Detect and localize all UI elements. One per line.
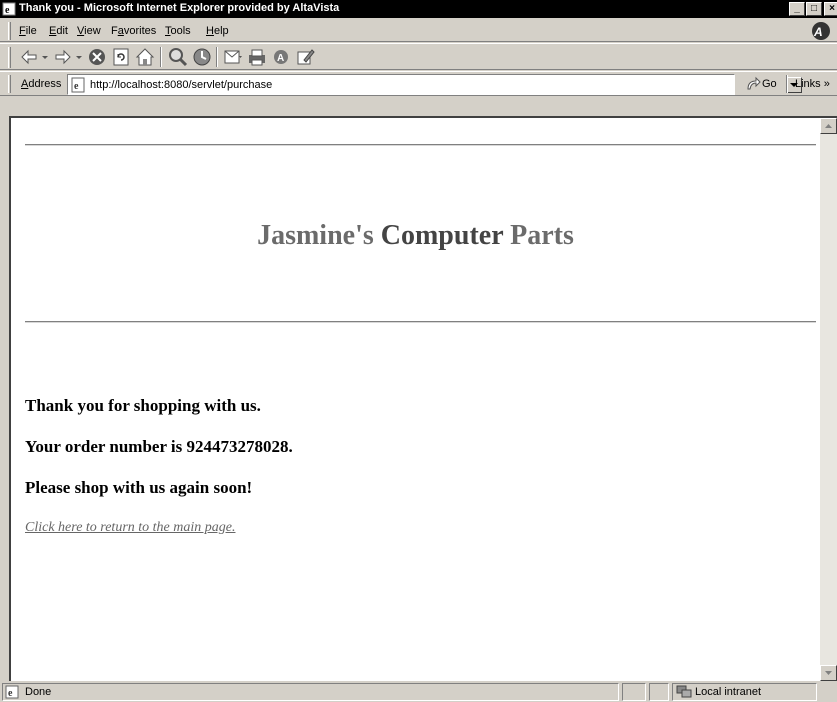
scroll-up-button[interactable] — [820, 118, 837, 134]
menu-favorites-pre: F — [111, 25, 118, 37]
title-bar: e Thank you - Microsoft Internet Explore… — [0, 0, 837, 18]
menu-view[interactable]: View — [77, 25, 101, 37]
toolbar-separator — [160, 47, 162, 67]
status-main-pane: e Done — [2, 683, 619, 701]
return-main-page-link[interactable]: Click here to return to the main page. — [25, 520, 235, 536]
chevron-down-icon — [825, 671, 832, 675]
forward-dropdown-icon[interactable] — [74, 46, 84, 68]
maximize-button[interactable]: □ — [806, 2, 822, 16]
standard-toolbar: A — [0, 43, 837, 70]
search-icon[interactable] — [167, 46, 189, 68]
chevron-up-icon — [825, 124, 832, 128]
menu-edit[interactable]: Edit — [49, 25, 68, 37]
menu-bar: File Edit View Favorites Tools Help A — [0, 19, 837, 42]
address-grip[interactable] — [8, 75, 11, 93]
status-pane — [622, 683, 646, 701]
menu-edit-label: dit — [56, 25, 68, 37]
toolbar-grip[interactable] — [8, 47, 11, 68]
menu-view-label: iew — [84, 25, 101, 37]
scroll-down-button[interactable] — [820, 665, 837, 681]
refresh-icon[interactable] — [110, 46, 132, 68]
history-icon[interactable] — [191, 46, 213, 68]
back-dropdown-icon[interactable] — [40, 46, 50, 68]
ie-page-icon: e — [2, 2, 16, 16]
print-icon[interactable] — [246, 46, 268, 68]
menu-grip[interactable] — [8, 22, 11, 40]
edit-icon[interactable] — [294, 46, 316, 68]
page-title: Jasmine's Computer Parts — [11, 220, 820, 252]
svg-text:e: e — [74, 81, 79, 92]
address-label-text: ddress — [28, 78, 62, 90]
svg-text:e: e — [5, 5, 10, 16]
altavista-icon[interactable]: A — [270, 46, 292, 68]
title-part-3: Parts — [503, 220, 574, 251]
home-icon[interactable] — [134, 46, 156, 68]
horizontal-rule — [25, 144, 816, 146]
back-icon[interactable] — [18, 46, 40, 68]
svg-text:e: e — [8, 688, 13, 699]
vertical-scrollbar[interactable] — [820, 118, 837, 681]
svg-text:A: A — [277, 53, 284, 64]
altavista-logo-icon: A — [812, 22, 830, 40]
page-icon: e — [71, 77, 85, 93]
order-number-message: Your order number is 924473278028. — [25, 437, 293, 456]
title-part-1: Jasmine's — [257, 220, 381, 251]
content-frame: Jasmine's Computer Parts Thank you for s… — [9, 116, 837, 681]
status-bar: e Done Local intranet — [0, 681, 837, 702]
menu-help-accel: H — [206, 25, 214, 37]
status-text: Done — [25, 686, 52, 698]
menu-help[interactable]: Help — [206, 25, 229, 37]
zone-text: Local intranet — [695, 686, 762, 698]
address-input[interactable]: e http://localhost:8080/servlet/purchase — [67, 74, 802, 95]
page-content: Jasmine's Computer Parts Thank you for s… — [11, 118, 820, 681]
close-button[interactable]: × — [824, 2, 837, 16]
address-bar: Address e http://localhost:8080/servlet/… — [0, 71, 837, 96]
local-intranet-icon — [676, 685, 692, 698]
stop-icon[interactable] — [86, 46, 108, 68]
menu-file[interactable]: File — [19, 25, 37, 37]
shop-again-message: Please shop with us again soon! — [25, 478, 253, 497]
menu-help-label: elp — [213, 25, 229, 37]
horizontal-rule — [25, 321, 816, 323]
page-done-icon: e — [5, 685, 19, 699]
svg-text:A: A — [813, 25, 823, 39]
menu-tools[interactable]: Tools — [165, 25, 191, 37]
status-pane — [649, 683, 669, 701]
links-button[interactable]: Links » — [795, 78, 830, 90]
browser-window: e Thank you - Microsoft Internet Explore… — [0, 0, 837, 702]
go-label: Go — [762, 78, 777, 90]
links-separator — [786, 75, 788, 93]
address-label: Address — [21, 78, 61, 90]
toolbar-separator — [216, 47, 218, 67]
menu-file-accel: F — [19, 25, 26, 37]
url-text[interactable]: http://localhost:8080/servlet/purchase — [90, 79, 272, 91]
menu-favorites-label: vorites — [123, 25, 157, 37]
mail-icon[interactable] — [222, 46, 244, 68]
go-arrow-icon — [747, 76, 761, 90]
window-title: Thank you - Microsoft Internet Explorer … — [19, 2, 340, 14]
title-part-2: Computer — [380, 220, 504, 251]
security-zone-pane: Local intranet — [672, 683, 817, 701]
thank-you-message: Thank you for shopping with us. — [25, 396, 261, 415]
menu-file-label: ile — [25, 25, 37, 37]
menu-favorites[interactable]: Favorites — [111, 25, 156, 37]
minimize-button[interactable]: _ — [789, 2, 805, 16]
forward-icon[interactable] — [52, 46, 74, 68]
menu-tools-label: ools — [170, 25, 191, 37]
